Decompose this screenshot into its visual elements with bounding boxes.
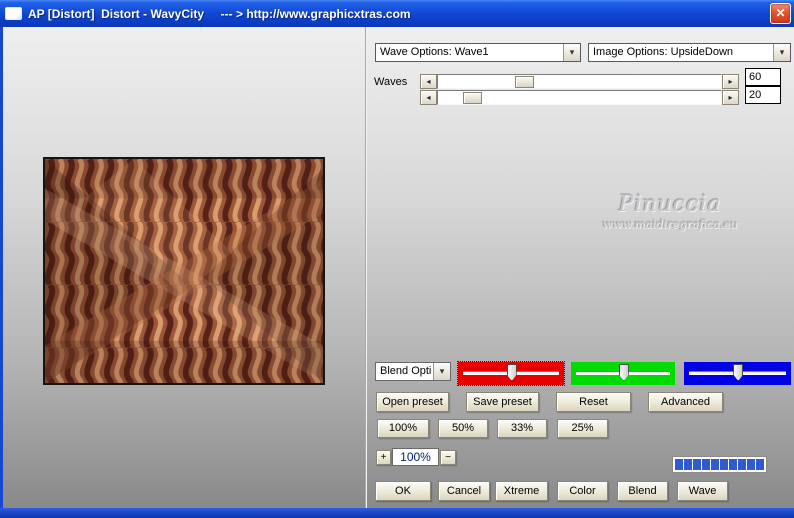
waves-slider2-thumb[interactable] — [463, 92, 482, 104]
wave-options-dropdown[interactable]: Wave Options: Wave1 ▾ — [375, 43, 581, 62]
zoom-33-button[interactable]: 33% — [497, 419, 547, 438]
image-options-value: Image Options: UpsideDown — [593, 46, 734, 58]
plugin-dialog-window: AP [Distort] Distort - WavyCity --- > ht… — [0, 0, 794, 518]
blend-button[interactable]: Blend — [617, 481, 668, 501]
wave-options-value: Wave Options: Wave1 — [380, 46, 489, 58]
progress-segment — [756, 459, 764, 470]
chevron-down-icon[interactable]: ▾ — [773, 44, 790, 61]
zoom-level-display: 100% — [392, 448, 439, 466]
progress-segment — [720, 459, 728, 470]
watermark-name: Pinuccia — [618, 192, 722, 217]
red-slider-thumb[interactable] — [506, 364, 517, 381]
chevron-down-icon[interactable]: ▾ — [563, 44, 580, 61]
zoom-25-button[interactable]: 25% — [557, 419, 608, 438]
progress-bar — [672, 456, 767, 473]
waves-slider2-left-arrow-icon[interactable]: ◂ — [420, 90, 437, 105]
red-channel-slider[interactable] — [457, 361, 565, 386]
green-slider-thumb[interactable] — [618, 364, 629, 381]
blend-options-value: Blend Opti — [380, 365, 432, 377]
blue-channel-slider[interactable] — [684, 362, 791, 385]
waves-value1-field[interactable]: 60 — [745, 68, 781, 86]
advanced-button[interactable]: Advanced — [648, 392, 723, 412]
waves-slider2-right-arrow-icon[interactable]: ▸ — [722, 90, 739, 105]
window-icon — [5, 7, 22, 20]
zoom-minus-button[interactable]: − — [440, 450, 456, 465]
waves-slider1-thumb[interactable] — [515, 76, 534, 88]
waves-slider1-left-arrow-icon[interactable]: ◂ — [420, 74, 437, 89]
image-options-dropdown[interactable]: Image Options: UpsideDown ▾ — [588, 43, 791, 62]
zoom-100-button[interactable]: 100% — [377, 419, 429, 438]
waves-slider1-right-arrow-icon[interactable]: ▸ — [722, 74, 739, 89]
zoom-50-button[interactable]: 50% — [438, 419, 488, 438]
panel-divider — [365, 27, 367, 508]
save-preset-button[interactable]: Save preset — [466, 392, 539, 412]
window-border-left — [0, 27, 3, 509]
close-icon: ✕ — [775, 6, 786, 20]
waves-slider1-track[interactable] — [437, 74, 722, 89]
progress-segment — [747, 459, 755, 470]
progress-segment — [738, 459, 746, 470]
window-border-bottom — [0, 508, 794, 518]
progress-segment — [729, 459, 737, 470]
progress-segment — [702, 459, 710, 470]
zoom-plus-button[interactable]: + — [376, 450, 391, 465]
wave-button[interactable]: Wave — [677, 481, 728, 501]
open-preset-button[interactable]: Open preset — [376, 392, 449, 412]
blend-options-dropdown[interactable]: Blend Opti ▾ — [375, 362, 451, 381]
cancel-button[interactable]: Cancel — [438, 481, 490, 501]
color-button[interactable]: Color — [557, 481, 608, 501]
ok-button[interactable]: OK — [375, 481, 431, 501]
waves-label: Waves — [374, 76, 408, 88]
preview-image[interactable] — [43, 157, 325, 385]
title-bar: AP [Distort] Distort - WavyCity --- > ht… — [0, 0, 794, 27]
watermark-site: www.maidiregrafica.eu — [602, 217, 738, 231]
progress-segment — [693, 459, 701, 470]
green-channel-slider[interactable] — [571, 362, 675, 385]
window-title: AP [Distort] Distort - WavyCity --- > ht… — [28, 6, 411, 21]
close-button[interactable]: ✕ — [770, 3, 791, 24]
blue-slider-thumb[interactable] — [733, 364, 744, 381]
progress-segment — [684, 459, 692, 470]
wavy-texture-image — [45, 159, 323, 383]
progress-segment — [675, 459, 683, 470]
chevron-down-icon[interactable]: ▾ — [433, 363, 450, 380]
progress-segment — [711, 459, 719, 470]
xtreme-button[interactable]: Xtreme — [495, 481, 548, 501]
reset-button[interactable]: Reset — [556, 392, 631, 412]
waves-slider2-track[interactable] — [437, 90, 722, 105]
waves-value2-field[interactable]: 20 — [745, 86, 781, 104]
